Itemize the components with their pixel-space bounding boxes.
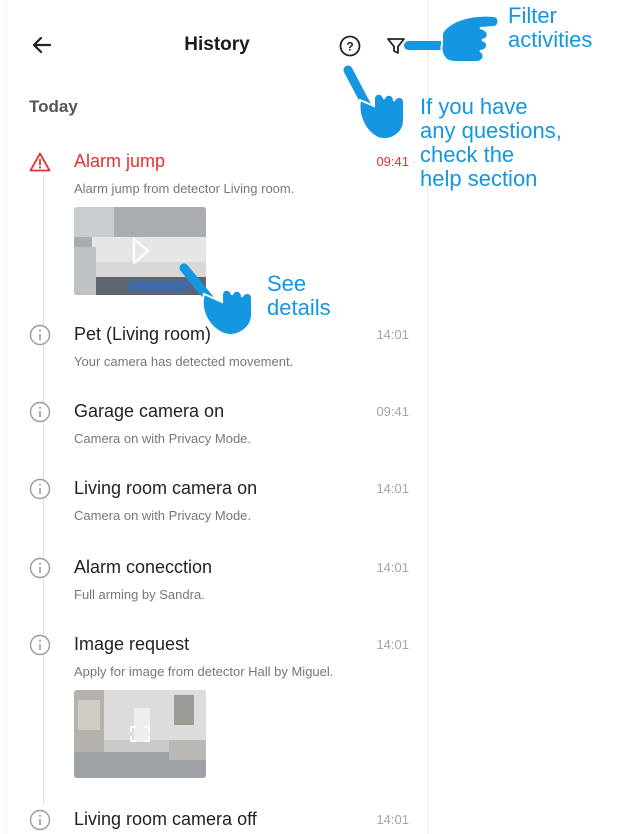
event-time: 14:01 xyxy=(376,327,409,342)
event-time: 09:41 xyxy=(376,404,409,419)
page-title: History xyxy=(184,34,250,55)
event-time: 14:01 xyxy=(376,560,409,575)
event-title: Alarm jump xyxy=(74,151,166,171)
info-icon xyxy=(29,401,51,423)
event-item[interactable]: Living room camera on 14:01 Camera on wi… xyxy=(7,475,427,535)
event-description: Camera on with Privacy Mode. xyxy=(74,508,252,523)
svg-text:?: ? xyxy=(346,40,353,54)
event-title: Living room camera off xyxy=(74,809,257,829)
event-time: 14:01 xyxy=(376,812,409,827)
event-title: Image request xyxy=(74,634,190,654)
filter-annotation: Filter activities xyxy=(508,3,593,52)
pointing-hand-icon xyxy=(343,65,405,140)
warning-icon xyxy=(29,152,51,172)
event-description: Your camera has detected movement. xyxy=(74,354,294,369)
image-thumbnail[interactable] xyxy=(74,690,206,778)
event-description: Alarm jump from detector Living room. xyxy=(74,181,295,196)
event-time: 14:01 xyxy=(376,481,409,496)
event-item[interactable]: Living room camera off 14:01 xyxy=(7,806,427,834)
event-time: 09:41 xyxy=(376,154,409,169)
info-icon xyxy=(29,557,51,579)
help-annotation: If you have any questions, check the hel… xyxy=(420,94,562,191)
event-time: 14:01 xyxy=(376,637,409,652)
event-item[interactable]: Image request 14:01 Apply for image from… xyxy=(7,631,427,781)
event-item[interactable]: Alarm conecction 14:01 Full arming by Sa… xyxy=(7,554,427,614)
event-title: Garage camera on xyxy=(74,401,225,421)
event-description: Camera on with Privacy Mode. xyxy=(74,431,252,446)
pointing-hand-icon xyxy=(404,14,500,63)
event-title: Alarm conecction xyxy=(74,557,213,577)
event-item[interactable]: Garage camera on 09:41 Camera on with Pr… xyxy=(7,398,427,458)
help-icon[interactable]: ? xyxy=(339,35,361,57)
event-title: Living room camera on xyxy=(74,478,258,498)
info-icon xyxy=(29,324,51,346)
event-description: Apply for image from detector Hall by Mi… xyxy=(74,664,334,679)
info-icon xyxy=(29,809,51,831)
section-today: Today xyxy=(29,97,78,116)
details-annotation: See details xyxy=(267,271,331,320)
info-icon xyxy=(29,634,51,656)
pointing-hand-icon xyxy=(179,263,253,336)
info-icon xyxy=(29,478,51,500)
event-description: Full arming by Sandra. xyxy=(74,587,205,602)
